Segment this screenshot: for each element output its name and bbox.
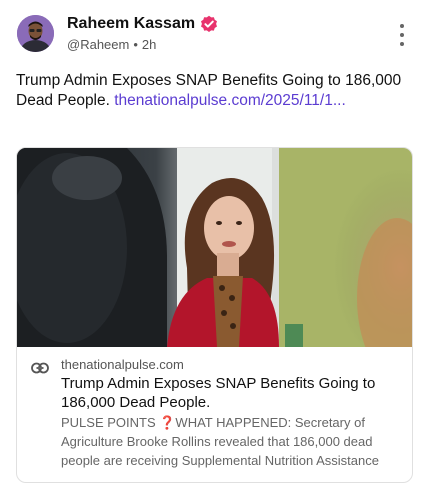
- card-domain: thenationalpulse.com: [61, 357, 184, 372]
- post: Raheem Kassam @Raheem • 2h Trump Admin E…: [0, 0, 429, 500]
- card-title[interactable]: Trump Admin Exposes SNAP Benefits Going …: [61, 374, 401, 412]
- card-body: thenationalpulse.com Trump Admin Exposes…: [17, 347, 412, 482]
- person-avatar-icon: [17, 15, 54, 52]
- link-preview-card[interactable]: thenationalpulse.com Trump Admin Exposes…: [16, 147, 413, 483]
- post-text: Trump Admin Exposes SNAP Benefits Going …: [16, 71, 416, 111]
- author-display-name[interactable]: Raheem Kassam: [67, 15, 195, 33]
- card-description: PULSE POINTS ❓WHAT HAPPENED: Secretary o…: [61, 415, 379, 468]
- post-time: 2h: [141, 37, 157, 52]
- verified-badge-icon: [200, 15, 218, 33]
- author-handle[interactable]: @Raheem: [67, 37, 129, 52]
- meta-separator: •: [133, 37, 138, 52]
- author-name-row: Raheem Kassam: [67, 15, 218, 33]
- post-link[interactable]: thenationalpulse.com/​2025/11/1...: [114, 92, 346, 109]
- author-meta: @Raheem • 2h: [67, 37, 156, 52]
- avatar[interactable]: [17, 15, 54, 52]
- article-photo[interactable]: [17, 148, 412, 347]
- link-icon: [31, 361, 49, 374]
- more-options-icon[interactable]: [397, 24, 407, 46]
